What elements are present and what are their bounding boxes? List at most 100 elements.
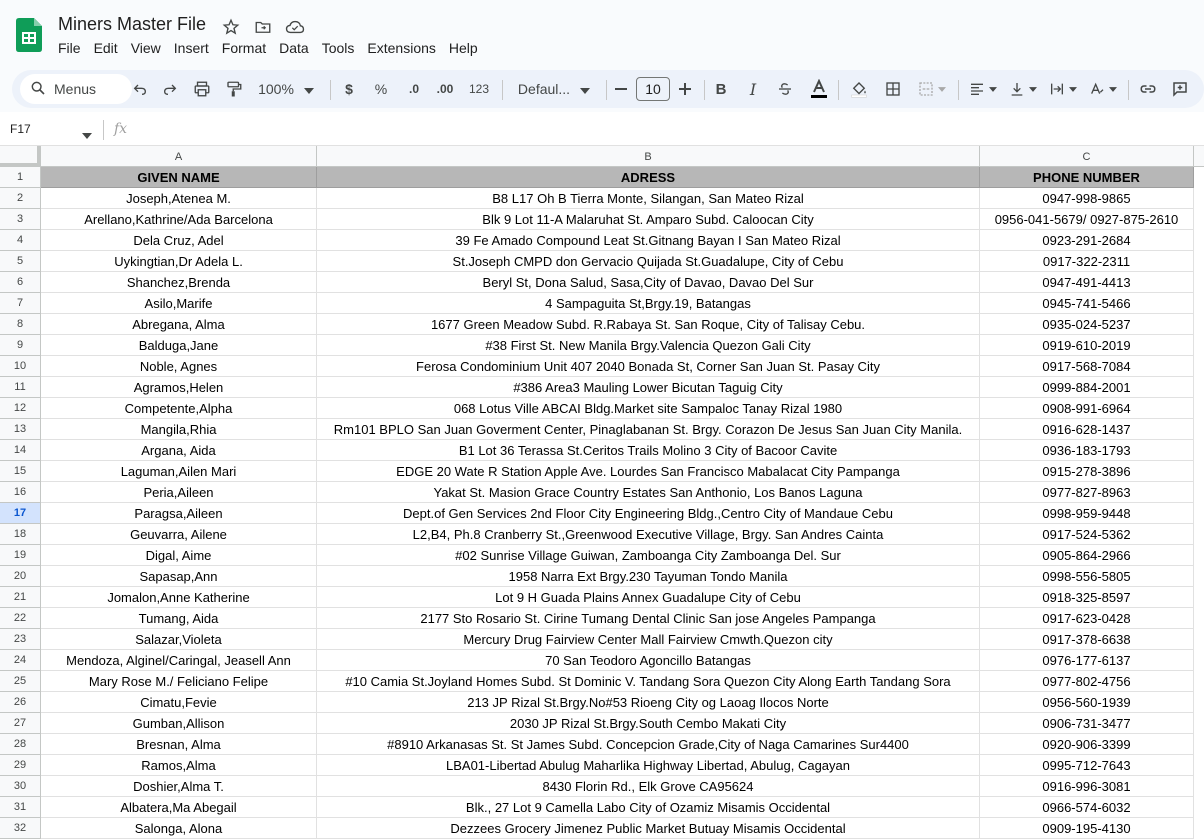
cloud-status-icon[interactable] — [284, 16, 306, 38]
phone-number-cell[interactable]: 0915-278-3896 — [980, 461, 1194, 482]
address-cell[interactable]: Lot 9 H Guada Plains Annex Guadalupe Cit… — [317, 587, 980, 608]
row-number[interactable]: 18 — [0, 524, 41, 545]
given-name-cell[interactable]: Mendoza, Alginel/Caringal, Jeasell Ann — [41, 650, 317, 671]
row-number[interactable]: 30 — [0, 776, 41, 797]
paint-format-icon[interactable] — [222, 77, 246, 101]
address-cell[interactable]: EDGE 20 Wate R Station Apple Ave. Lourde… — [317, 461, 980, 482]
given-name-cell[interactable]: Uykingtian,Dr Adela L. — [41, 251, 317, 272]
decrease-font-size-button[interactable] — [612, 77, 630, 101]
given-name-cell[interactable]: Salonga, Alona — [41, 818, 317, 839]
address-cell[interactable]: Mercury Drug Fairview Center Mall Fairvi… — [317, 629, 980, 650]
row-number[interactable]: 26 — [0, 692, 41, 713]
phone-number-cell[interactable]: 0918-325-8597 — [980, 587, 1194, 608]
given-name-cell[interactable]: Bresnan, Alma — [41, 734, 317, 755]
given-name-cell[interactable]: Gumban,Allison — [41, 713, 317, 734]
row-number[interactable]: 32 — [0, 818, 41, 839]
phone-number-cell[interactable]: 0917-378-6638 — [980, 629, 1194, 650]
sheets-logo-icon[interactable] — [16, 18, 42, 52]
menus-search[interactable]: Menus — [20, 74, 132, 104]
insert-comment-icon[interactable] — [1168, 77, 1192, 101]
address-cell[interactable]: #02 Sunrise Village Guiwan, Zamboanga Ci… — [317, 545, 980, 566]
address-cell[interactable]: #8910 Arkanasas St. St James Subd. Conce… — [317, 734, 980, 755]
address-cell[interactable]: 70 San Teodoro Agoncillo Batangas — [317, 650, 980, 671]
row-number[interactable]: 1 — [0, 167, 41, 188]
phone-number-cell[interactable]: 0956-560-1939 — [980, 692, 1194, 713]
given-name-cell[interactable]: Cimatu,Fevie — [41, 692, 317, 713]
phone-number-cell[interactable]: 0917-568-7084 — [980, 356, 1194, 377]
phone-number-cell[interactable]: 0976-177-6137 — [980, 650, 1194, 671]
row-number[interactable]: 4 — [0, 230, 41, 251]
increase-decimal-button[interactable]: .00 — [432, 77, 458, 101]
column-header-b[interactable]: B — [317, 146, 980, 167]
address-cell[interactable]: Dept.of Gen Services 2nd Floor City Engi… — [317, 503, 980, 524]
italic-button[interactable]: I — [744, 77, 762, 101]
column-header-c[interactable]: C — [980, 146, 1194, 167]
column-title-cell[interactable]: ADRESS — [317, 167, 980, 188]
redo-icon[interactable] — [158, 77, 182, 101]
address-cell[interactable]: St.Joseph CMPD don Gervacio Quijada St.G… — [317, 251, 980, 272]
undo-icon[interactable] — [128, 77, 152, 101]
font-family-select[interactable]: Defaul... — [512, 77, 596, 101]
address-cell[interactable]: #38 First St. New Manila Brgy.Valencia Q… — [317, 335, 980, 356]
given-name-cell[interactable]: Peria,Aileen — [41, 482, 317, 503]
phone-number-cell[interactable]: 0999-884-2001 — [980, 377, 1194, 398]
row-number[interactable]: 28 — [0, 734, 41, 755]
row-number[interactable]: 14 — [0, 440, 41, 461]
row-number[interactable]: 22 — [0, 608, 41, 629]
fill-color-icon[interactable] — [848, 77, 870, 101]
move-folder-icon[interactable] — [252, 16, 274, 38]
phone-number-cell[interactable]: 0905-864-2966 — [980, 545, 1194, 566]
address-cell[interactable]: Rm101 BPLO San Juan Goverment Center, Pi… — [317, 419, 980, 440]
font-size-input[interactable]: 10 — [636, 77, 670, 101]
given-name-cell[interactable]: Competente,Alpha — [41, 398, 317, 419]
row-number[interactable]: 2 — [0, 188, 41, 209]
given-name-cell[interactable]: Paragsa,Aileen — [41, 503, 317, 524]
given-name-cell[interactable]: Doshier,Alma T. — [41, 776, 317, 797]
phone-number-cell[interactable]: 0977-827-8963 — [980, 482, 1194, 503]
phone-number-cell[interactable]: 0947-491-4413 — [980, 272, 1194, 293]
column-header-a[interactable]: A — [41, 146, 317, 167]
strikethrough-icon[interactable] — [776, 77, 794, 101]
menu-format[interactable]: Format — [222, 40, 273, 56]
given-name-cell[interactable]: Abregana, Alma — [41, 314, 317, 335]
vertical-align-icon[interactable] — [1006, 77, 1040, 101]
row-number[interactable]: 20 — [0, 566, 41, 587]
given-name-cell[interactable]: Laguman,Ailen Mari — [41, 461, 317, 482]
phone-number-cell[interactable]: 0917-524-5362 — [980, 524, 1194, 545]
phone-number-cell[interactable]: 0906-731-3477 — [980, 713, 1194, 734]
given-name-cell[interactable]: Dela Cruz, Adel — [41, 230, 317, 251]
row-number[interactable]: 11 — [0, 377, 41, 398]
phone-number-cell[interactable]: 0917-322-2311 — [980, 251, 1194, 272]
address-cell[interactable]: Blk., 27 Lot 9 Camella Labo City of Ozam… — [317, 797, 980, 818]
address-cell[interactable]: Blk 9 Lot 11-A Malaruhat St. Amparo Subd… — [317, 209, 980, 230]
address-cell[interactable]: #10 Camia St.Joyland Homes Subd. St Domi… — [317, 671, 980, 692]
phone-number-cell[interactable]: 0920-906-3399 — [980, 734, 1194, 755]
given-name-cell[interactable]: Tumang, Aida — [41, 608, 317, 629]
given-name-cell[interactable]: Sapasap,Ann — [41, 566, 317, 587]
row-number[interactable]: 23 — [0, 629, 41, 650]
row-number[interactable]: 7 — [0, 293, 41, 314]
given-name-cell[interactable]: Shanchez,Brenda — [41, 272, 317, 293]
phone-number-cell[interactable]: 0998-959-9448 — [980, 503, 1194, 524]
address-cell[interactable]: 213 JP Rizal St.Brgy.No#53 Rioeng City o… — [317, 692, 980, 713]
row-number[interactable]: 3 — [0, 209, 41, 230]
currency-format-button[interactable]: $ — [340, 77, 358, 101]
decrease-decimal-button[interactable]: .0 — [402, 77, 426, 101]
address-cell[interactable]: B1 Lot 36 Terassa St.Ceritos Trails Moli… — [317, 440, 980, 461]
menu-edit[interactable]: Edit — [94, 40, 125, 56]
row-number[interactable]: 9 — [0, 335, 41, 356]
number-format-button[interactable]: 123 — [466, 77, 492, 101]
chevron-down-icon[interactable] — [82, 126, 92, 144]
given-name-cell[interactable]: Balduga,Jane — [41, 335, 317, 356]
menu-insert[interactable]: Insert — [174, 40, 216, 56]
address-cell[interactable]: 1958 Narra Ext Brgy.230 Tayuman Tondo Ma… — [317, 566, 980, 587]
column-title-cell[interactable]: GIVEN NAME — [41, 167, 317, 188]
print-icon[interactable] — [190, 77, 214, 101]
given-name-cell[interactable]: Geuvarra, Ailene — [41, 524, 317, 545]
row-number[interactable]: 19 — [0, 545, 41, 566]
phone-number-cell[interactable]: 0947-998-9865 — [980, 188, 1194, 209]
phone-number-cell[interactable]: 0936-183-1793 — [980, 440, 1194, 461]
address-cell[interactable]: 1677 Green Meadow Subd. R.Rabaya St. San… — [317, 314, 980, 335]
row-number[interactable]: 31 — [0, 797, 41, 818]
phone-number-cell[interactable]: 0923-291-2684 — [980, 230, 1194, 251]
